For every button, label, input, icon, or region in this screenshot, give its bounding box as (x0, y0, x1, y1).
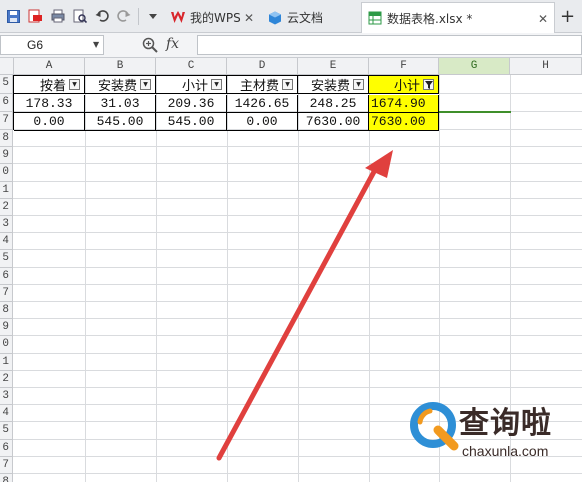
watermark-brand: 查询啦 (459, 406, 552, 441)
watermark-logo-icon (410, 402, 459, 451)
watermark-url: chaxunla.com (462, 443, 549, 459)
